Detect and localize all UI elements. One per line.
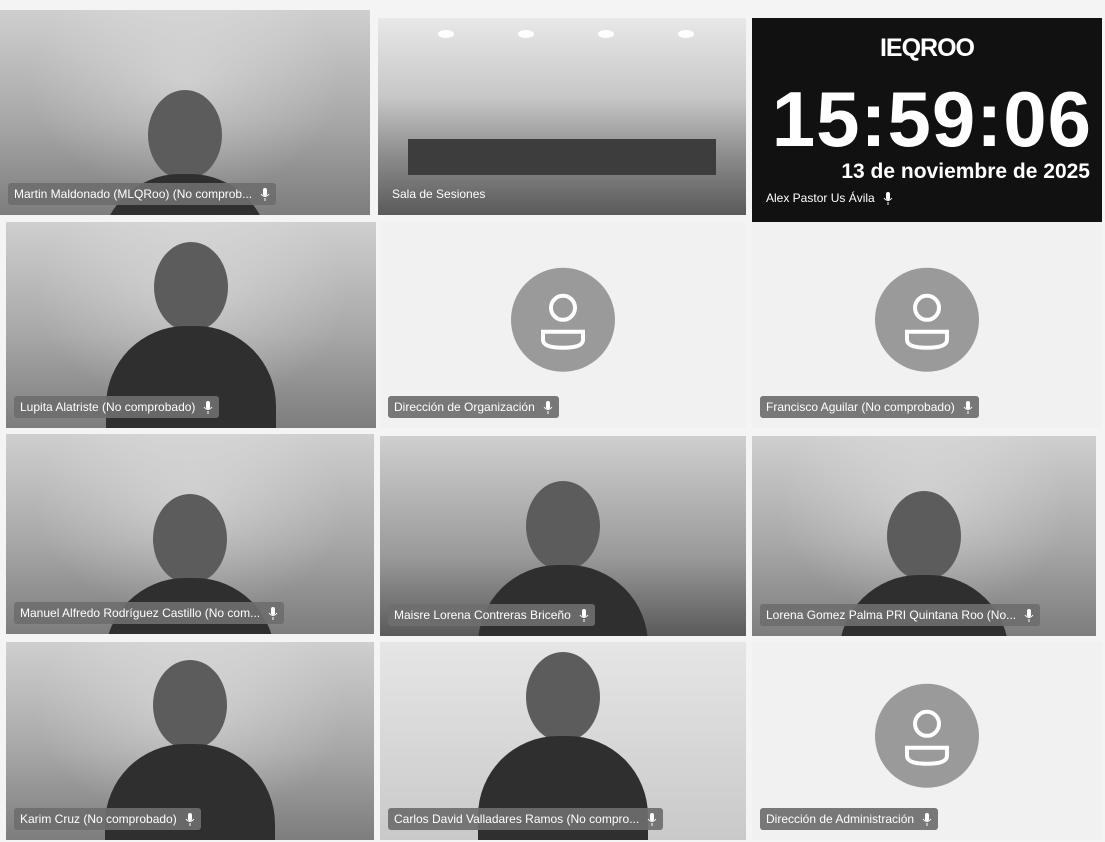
participant-name: Maisre Lorena Contreras Briceño xyxy=(394,608,571,622)
video-tile-clock[interactable]: IEQROO 15:59:06 13 de noviembre de 2025 … xyxy=(752,18,1102,223)
user-avatar-icon xyxy=(905,293,949,350)
video-tile-karim-cruz[interactable]: Karim Cruz (No comprobado) xyxy=(6,642,374,840)
video-tile-martin-maldonado[interactable]: Martin Maldonado (MLQRoo) (No comprob... xyxy=(0,10,370,215)
participant-name-bar: Francisco Aguilar (No comprobado) xyxy=(760,396,979,418)
participant-name-bar: Sala de Sesiones xyxy=(386,183,491,205)
ieqroo-logo: IEQROO xyxy=(879,34,975,62)
video-tile-lorena-gomez[interactable]: Lorena Gomez Palma PRI Quintana Roo (No.… xyxy=(752,436,1096,636)
participant-name: Lorena Gomez Palma PRI Quintana Roo (No.… xyxy=(766,608,1017,622)
mic-icon xyxy=(579,608,589,622)
participant-name: Lupita Alatriste (No comprobado) xyxy=(20,400,196,414)
user-avatar-icon xyxy=(541,293,585,350)
participant-name-bar: Manuel Alfredo Rodríguez Castillo (No co… xyxy=(14,602,285,624)
participant-name: Dirección de Organización xyxy=(394,400,535,414)
avatar xyxy=(875,683,979,788)
session-room-desk xyxy=(408,139,716,175)
participant-name: Manuel Alfredo Rodríguez Castillo (No co… xyxy=(20,606,261,620)
participant-name-bar: Lorena Gomez Palma PRI Quintana Roo (No.… xyxy=(760,604,1041,626)
clock-date: 13 de noviembre de 2025 xyxy=(841,160,1090,183)
video-tile-direccion-administracion[interactable]: Dirección de Administración xyxy=(752,642,1102,840)
mic-icon xyxy=(268,606,278,620)
user-avatar-icon xyxy=(905,709,949,766)
mic-icon xyxy=(185,812,195,826)
participant-name: Carlos David Valladares Ramos (No compro… xyxy=(394,812,640,826)
participant-name-bar: Alex Pastor Us Ávila xyxy=(760,187,899,209)
video-tile-direccion-organizacion[interactable]: Dirección de Organización xyxy=(380,222,746,428)
participant-name-bar: Dirección de Organización xyxy=(388,396,559,418)
video-tile-manuel-rodriguez[interactable]: Manuel Alfredo Rodríguez Castillo (No co… xyxy=(6,434,374,634)
mic-icon xyxy=(260,187,270,201)
participant-name-bar: Martin Maldonado (MLQRoo) (No comprob... xyxy=(8,183,277,205)
participant-name: Martin Maldonado (MLQRoo) (No comprob... xyxy=(14,187,253,201)
avatar xyxy=(875,267,979,372)
participant-name-bar: Carlos David Valladares Ramos (No compro… xyxy=(388,808,664,830)
participant-name-bar: Karim Cruz (No comprobado) xyxy=(14,808,201,830)
video-tile-sala-de-sesiones[interactable]: Sala de Sesiones xyxy=(378,18,746,215)
video-tile-carlos-valladares[interactable]: Carlos David Valladares Ramos (No compro… xyxy=(380,642,746,840)
participant-name-bar: Maisre Lorena Contreras Briceño xyxy=(388,604,595,626)
mic-icon xyxy=(963,400,973,414)
participant-name: Dirección de Administración xyxy=(766,812,915,826)
participant-name-bar: Lupita Alatriste (No comprobado) xyxy=(14,396,220,418)
mic-icon xyxy=(543,400,553,414)
avatar xyxy=(511,267,615,372)
participant-name: Francisco Aguilar (No comprobado) xyxy=(766,400,955,414)
mic-icon xyxy=(1024,608,1034,622)
video-tile-francisco-aguilar[interactable]: Francisco Aguilar (No comprobado) xyxy=(752,222,1102,428)
mic-icon xyxy=(883,191,893,205)
participant-name: Karim Cruz (No comprobado) xyxy=(20,812,177,826)
participant-name-bar: Dirección de Administración xyxy=(760,808,939,830)
video-tile-lupita-alatriste[interactable]: Lupita Alatriste (No comprobado) xyxy=(6,222,376,428)
clock-time: 15:59:06 xyxy=(771,75,1092,163)
participant-name: Alex Pastor Us Ávila xyxy=(766,191,875,205)
participant-name: Sala de Sesiones xyxy=(392,187,486,201)
video-tile-maisre-contreras[interactable]: Maisre Lorena Contreras Briceño xyxy=(380,436,746,636)
mic-icon xyxy=(922,812,932,826)
mic-icon xyxy=(204,400,213,414)
mic-icon xyxy=(647,812,657,826)
